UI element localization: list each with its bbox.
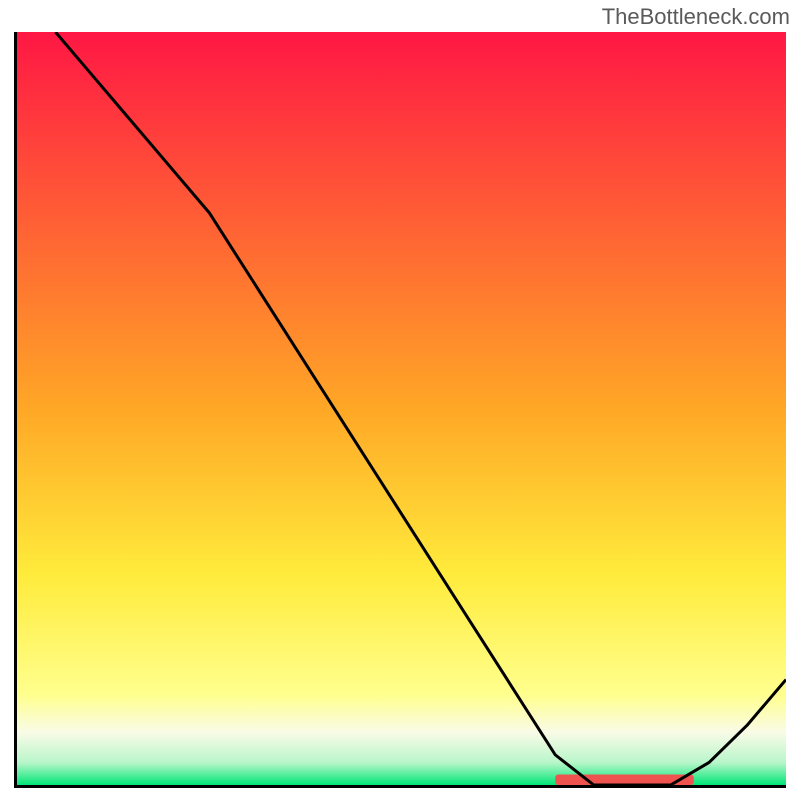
chart-area (14, 32, 786, 788)
chart-background (17, 32, 786, 785)
watermark-text: TheBottleneck.com (602, 4, 790, 30)
chart-svg (17, 32, 786, 785)
chart-container: TheBottleneck.com (0, 0, 800, 800)
